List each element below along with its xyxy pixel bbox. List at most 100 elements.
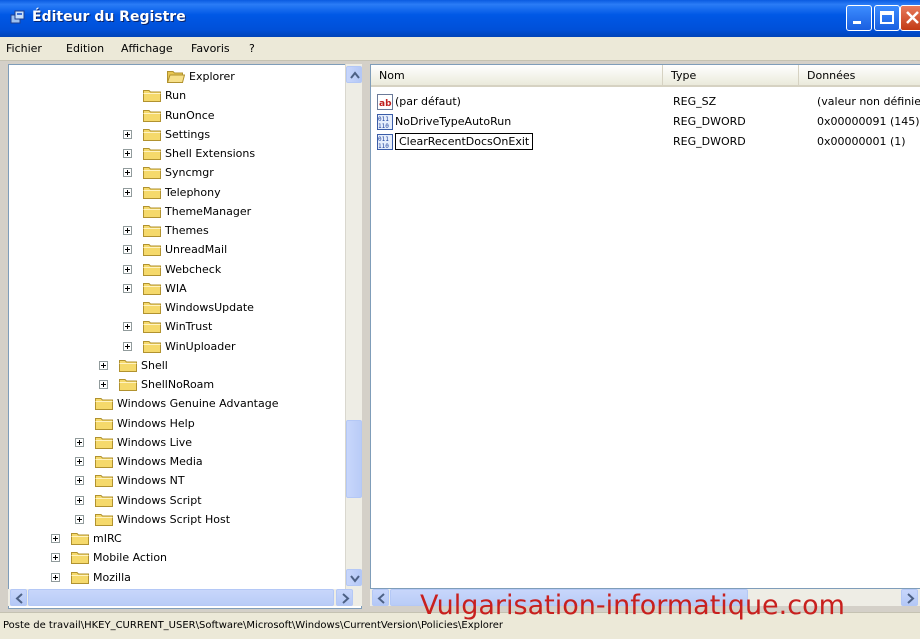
menu-help[interactable]: ? xyxy=(249,42,255,55)
expand-icon[interactable] xyxy=(123,341,132,351)
expand-icon[interactable] xyxy=(123,129,132,139)
expand-icon[interactable] xyxy=(123,322,132,332)
expand-icon[interactable] xyxy=(123,168,132,178)
tree-item[interactable]: ThemeManager xyxy=(143,202,349,221)
scroll-thumb[interactable] xyxy=(346,420,362,498)
svg-text:ab: ab xyxy=(379,99,392,109)
tree-vertical-scrollbar[interactable] xyxy=(345,64,362,589)
tree-item[interactable]: Webcheck xyxy=(123,260,349,279)
tree-item-label: Windows Help xyxy=(117,416,195,430)
tree-item[interactable]: RunOnce xyxy=(143,106,349,125)
tree-item-label: Telephony xyxy=(165,185,221,199)
value-name: (par défaut) xyxy=(395,95,461,108)
tree-item-label: Mobile Action xyxy=(93,551,168,565)
expand-icon[interactable] xyxy=(75,457,84,466)
tree-item[interactable]: Telephony xyxy=(123,183,349,202)
menu-favoris[interactable]: Favoris xyxy=(191,42,230,55)
tree-item[interactable]: Windows Script xyxy=(75,491,349,510)
menu-bar: Fichier Edition Affichage Favoris ? xyxy=(0,37,920,61)
tree-item-label: Windows Script xyxy=(117,493,202,507)
title-bar[interactable]: Éditeur du Registre xyxy=(0,0,920,37)
expand-icon[interactable] xyxy=(123,283,132,293)
expand-icon[interactable] xyxy=(75,476,84,486)
value-type: REG_DWORD xyxy=(673,115,746,128)
scroll-down-button[interactable] xyxy=(346,569,362,586)
folder-icon xyxy=(143,302,161,314)
expand-icon[interactable] xyxy=(51,534,60,543)
tree-item[interactable]: Syncmgr xyxy=(123,163,349,182)
expand-icon[interactable] xyxy=(75,495,84,505)
tree-item[interactable]: Windows NT xyxy=(75,471,349,490)
column-header-type[interactable]: Type xyxy=(663,65,799,87)
tree-item[interactable]: Settings xyxy=(123,125,349,144)
svg-text:110: 110 xyxy=(378,143,389,150)
tree-item[interactable]: Run xyxy=(143,86,349,105)
expand-icon[interactable] xyxy=(123,264,132,274)
tree-item-label: RunOnce xyxy=(165,108,215,122)
tree-item[interactable]: Mozilla xyxy=(51,568,349,587)
tree-item[interactable]: Shell Extensions xyxy=(123,144,349,163)
tree-item[interactable]: Mobile Action xyxy=(51,548,349,567)
chevron-left-icon xyxy=(377,593,385,604)
tree-item[interactable]: Windows Genuine Advantage xyxy=(95,394,349,413)
folder-icon xyxy=(143,340,161,353)
menu-edition[interactable]: Edition xyxy=(66,42,104,55)
tree-item[interactable]: UnreadMail xyxy=(123,240,349,259)
folder-icon xyxy=(143,205,161,218)
folder-icon xyxy=(95,494,113,507)
scroll-up-button[interactable] xyxy=(346,66,362,83)
tree-item[interactable]: Windows Media xyxy=(75,452,349,471)
scroll-left-button[interactable] xyxy=(372,589,389,606)
folder-icon xyxy=(119,359,137,372)
expand-icon[interactable] xyxy=(123,245,132,255)
tree-item[interactable]: Themes xyxy=(123,221,349,240)
menu-affichage[interactable]: Affichage xyxy=(121,42,173,55)
expand-icon[interactable] xyxy=(75,437,84,447)
expand-icon[interactable] xyxy=(99,380,108,389)
tree-item[interactable]: WinTrust xyxy=(123,317,349,336)
close-icon xyxy=(906,11,919,24)
tree-item-label: mIRC xyxy=(93,532,122,545)
expand-icon[interactable] xyxy=(51,572,60,582)
column-header-name[interactable]: Nom xyxy=(371,65,663,87)
folder-icon xyxy=(95,417,113,430)
tree-item[interactable]: WindowsUpdate xyxy=(143,298,349,317)
scroll-right-button[interactable] xyxy=(901,589,918,606)
close-button[interactable] xyxy=(900,5,920,31)
expand-icon[interactable] xyxy=(123,149,132,158)
tree-item[interactable]: mIRC xyxy=(51,529,349,548)
folder-icon xyxy=(95,398,113,411)
value-type: REG_DWORD xyxy=(673,135,746,148)
folder-icon xyxy=(143,167,161,180)
scroll-right-button[interactable] xyxy=(336,589,353,606)
minimize-button[interactable] xyxy=(846,5,872,31)
folder-icon xyxy=(143,186,161,199)
expand-icon[interactable] xyxy=(75,514,84,524)
expand-icon[interactable] xyxy=(51,553,60,563)
tree-horizontal-scrollbar[interactable] xyxy=(8,589,362,606)
registry-tree[interactable]: Explorer Run RunOnce Settings Shell Extensio… xyxy=(8,64,362,609)
rename-value-input[interactable]: ClearRecentDocsOnExit xyxy=(395,133,534,150)
tree-item[interactable]: WIA xyxy=(123,279,349,298)
tree-item[interactable]: Explorer xyxy=(167,67,349,86)
status-path: Poste de travail\HKEY_CURRENT_USER\Softw… xyxy=(3,620,504,631)
column-header-data[interactable]: Données xyxy=(799,65,920,87)
svg-text:110: 110 xyxy=(378,123,389,130)
tree-item[interactable]: WinUploader xyxy=(123,337,349,356)
tree-item[interactable]: Windows Help xyxy=(95,414,349,433)
tree-item[interactable]: Windows Script Host xyxy=(75,510,349,529)
tree-item-label: WindowsUpdate xyxy=(165,301,254,314)
expand-icon[interactable] xyxy=(99,360,108,370)
value-type: REG_SZ xyxy=(673,95,717,108)
expand-icon[interactable] xyxy=(123,226,132,235)
scroll-left-button[interactable] xyxy=(10,589,27,606)
tree-item[interactable]: Windows Live xyxy=(75,433,349,452)
folder-icon xyxy=(119,379,137,391)
tree-item[interactable]: Shell xyxy=(99,356,349,375)
expand-icon[interactable] xyxy=(123,187,132,197)
menu-fichier[interactable]: Fichier xyxy=(6,42,42,55)
tree-item[interactable]: ShellNoRoam xyxy=(99,375,349,394)
maximize-button[interactable] xyxy=(874,5,900,31)
scroll-thumb[interactable] xyxy=(28,589,334,606)
values-list[interactable]: Nom Type Données ab (par défaut) REG_SZ … xyxy=(370,64,920,589)
